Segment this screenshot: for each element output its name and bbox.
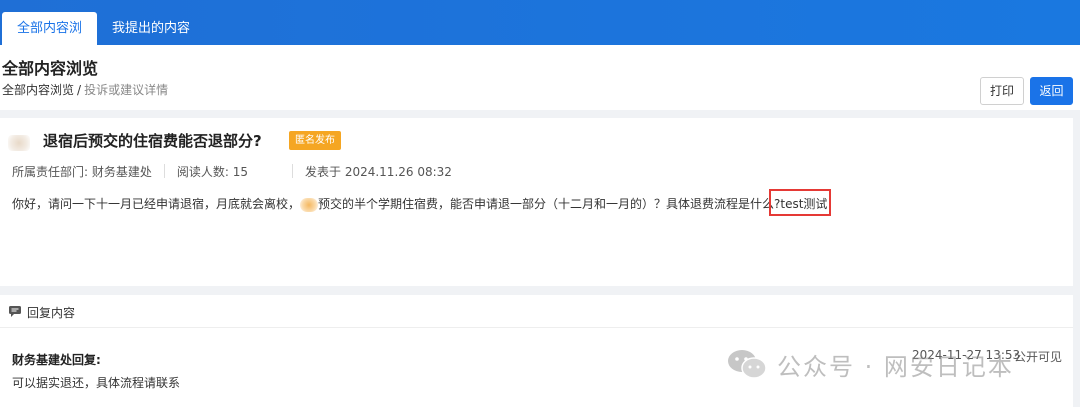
breadcrumb: 全部内容浏览 / 投诉或建议详情	[2, 81, 168, 98]
redacted-avatar	[8, 135, 30, 151]
post-body-text-start: 你好，请问一下十一月已经申请退宿，月底就会离校，	[12, 197, 301, 211]
tab-all-content[interactable]: 全部内容浏览	[2, 12, 97, 69]
top-tab-bar: 全部内容浏览 我提出的内容	[0, 0, 1080, 69]
tab-my-submissions[interactable]: 我提出的内容	[100, 12, 202, 45]
anonymous-badge: 匿名发布	[289, 131, 341, 150]
post-title: 退宿后预交的住宿费能否退部分?	[43, 132, 262, 150]
reply-visibility: 公开可见	[1014, 350, 1063, 364]
print-button[interactable]: 打印	[980, 77, 1024, 105]
breadcrumb-separator: /	[77, 83, 82, 97]
meta-divider	[163, 164, 165, 178]
post-read-count: 阅读人数: 15	[176, 165, 248, 179]
comment-icon	[9, 306, 21, 317]
highlight-box	[769, 189, 831, 216]
redacted-text	[300, 197, 319, 212]
post-body: 你好，请问一下十一月已经申请退宿，月底就会离校， 预交的半个学期住宿费，能否申请退…	[12, 195, 827, 212]
back-button[interactable]: 返回	[1030, 77, 1073, 105]
post-meta: 所属责任部门: 财务基建处 阅读人数: 15 发表于 2024.11.26 08…	[12, 163, 452, 180]
reply-header: 回复内容	[0, 295, 1073, 328]
post-published-time: 发表于 2024.11.26 08:32	[305, 165, 452, 179]
reply-department: 财务基建处回复:	[12, 353, 101, 367]
breadcrumb-current: 投诉或建议详情	[84, 83, 169, 97]
page-title: 全部内容浏览	[2, 59, 99, 78]
watermark: 公众号 · 网安日记本	[727, 346, 1014, 382]
meta-divider	[292, 164, 293, 178]
breadcrumb-root[interactable]: 全部内容浏览	[2, 83, 74, 97]
page-header: 全部内容浏览 全部内容浏览 / 投诉或建议详情 打印 返回	[0, 45, 1080, 110]
post-card: 退宿后预交的住宿费能否退部分? 匿名发布 所属责任部门: 财务基建处 阅读人数:…	[0, 118, 1073, 286]
reply-text: 可以据实退还，具体流程请联系	[12, 376, 181, 390]
watermark-text: 公众号 · 网安日记本	[777, 352, 1014, 381]
wechat-icon	[728, 350, 767, 379]
reply-section-title: 回复内容	[27, 306, 76, 320]
post-body-text-end: 预交的半个学期住宿费，能否申请退一部分（十二月和一月的）？具体退费流程是什么?	[318, 197, 781, 211]
post-department: 所属责任部门: 财务基建处	[12, 165, 152, 179]
